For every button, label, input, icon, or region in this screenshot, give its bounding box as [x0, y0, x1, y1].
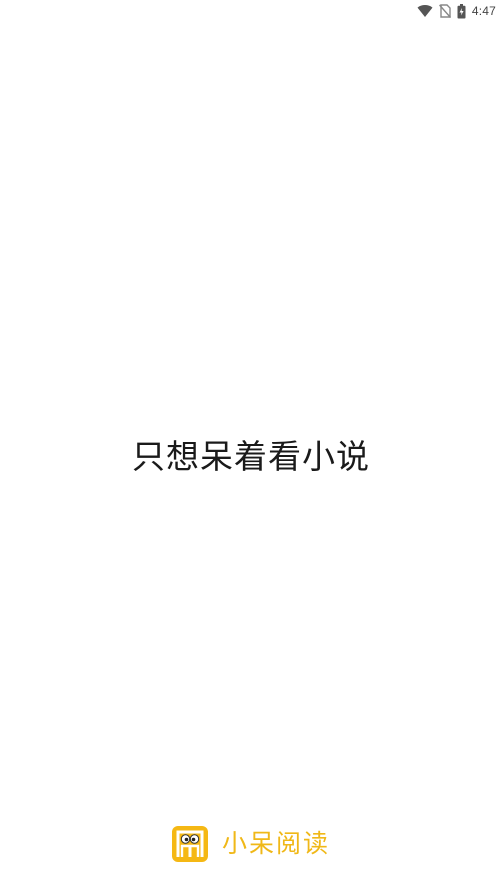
brand-footer: 小呆阅读 — [0, 824, 502, 864]
status-time: 4:47 — [471, 4, 496, 18]
no-sim-icon — [438, 4, 451, 18]
wifi-icon — [417, 4, 433, 18]
battery-icon — [457, 3, 466, 19]
status-bar: 4:47 — [0, 0, 502, 22]
brand-name: 小呆阅读 — [221, 829, 330, 858]
splash-screen: 4:47 只想呆着看小说 小呆阅读 — [0, 0, 502, 892]
splash-slogan: 只想呆着看小说 — [132, 437, 370, 476]
xiaodai-reader-logo-icon — [171, 826, 208, 862]
